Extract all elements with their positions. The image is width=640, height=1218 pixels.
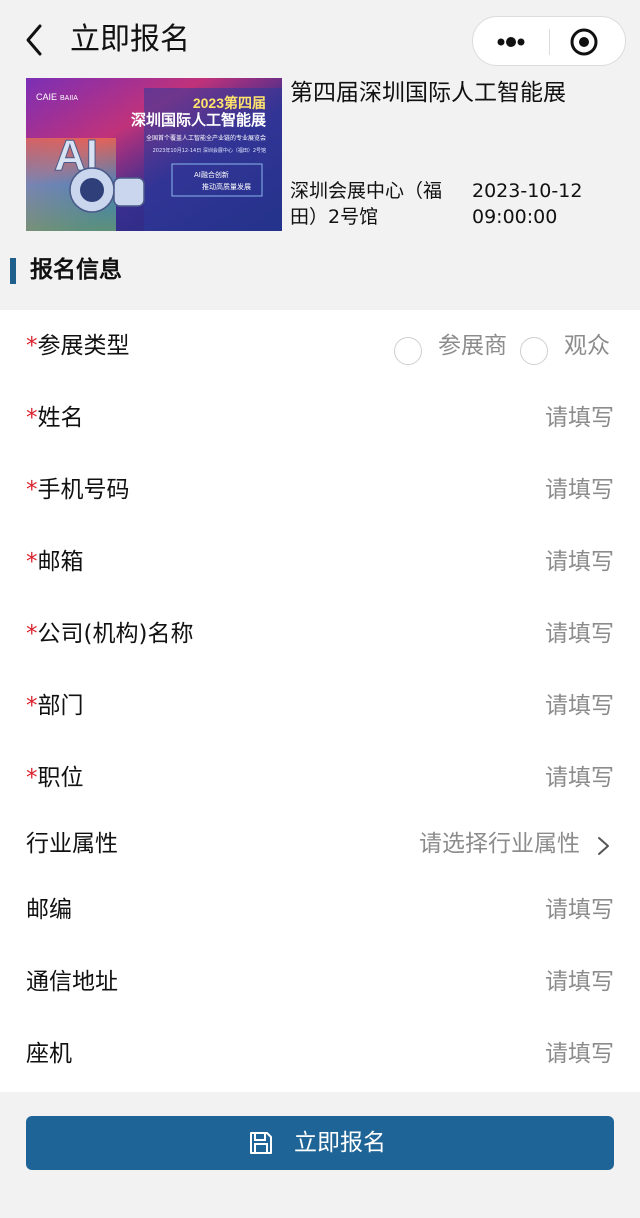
form-row-email[interactable]: *邮箱 请填写 [0, 532, 640, 592]
field-label: *参展类型 [26, 316, 130, 376]
nav-bar: 立即报名 [0, 0, 640, 80]
section-accent-bar [10, 258, 16, 284]
poster-image: CAIE BAIIA 2023第四届 深圳国际人工智能展 全国首个覆盖人工智能全… [26, 78, 282, 231]
form-row-address[interactable]: 通信地址 请填写 [0, 952, 640, 1012]
registration-form: *参展类型 参展商 观众 *姓名 请填写 *手机号码 请填写 *邮箱 请填写 *… [0, 310, 640, 1092]
field-label: *手机号码 [26, 460, 130, 520]
form-row-postcode[interactable]: 邮编 请填写 [0, 880, 640, 940]
field-label: 通信地址 [26, 969, 118, 995]
poster-date-venue: 2023年10月12-14日 深圳会展中心（福田）2号馆 [153, 147, 266, 154]
radio-option-visitor[interactable]: 观众 [518, 316, 614, 376]
event-card[interactable]: CAIE BAIIA 2023第四届 深圳国际人工智能展 全国首个覆盖人工智能全… [0, 78, 640, 232]
form-row-phone[interactable]: *手机号码 请填写 [0, 460, 640, 520]
form-row-company[interactable]: *公司(机构)名称 请填写 [0, 604, 640, 664]
event-datetime: 2023-10-12 09:00:00 [472, 180, 583, 228]
section-header: 报名信息 [0, 250, 640, 290]
radio-circle-icon[interactable] [520, 337, 548, 365]
close-button[interactable] [569, 27, 599, 57]
poster-logo-1: CAIE [36, 92, 57, 102]
field-label-text: 邮箱 [37, 549, 84, 575]
landline-input[interactable]: 请填写 [545, 1024, 614, 1084]
page-title: 立即报名 [70, 22, 190, 57]
field-label-text: 参展类型 [37, 333, 130, 359]
name-input[interactable]: 请填写 [545, 388, 614, 448]
chevron-right-icon[interactable] [596, 836, 612, 856]
required-mark: * [26, 621, 38, 647]
radio-label: 参展商 [438, 333, 507, 359]
radio-label: 观众 [564, 333, 610, 359]
section-title: 报名信息 [30, 257, 122, 283]
phone-input[interactable]: 请填写 [545, 460, 614, 520]
company-input[interactable]: 请填写 [545, 604, 614, 664]
form-row-landline[interactable]: 座机 请填写 [0, 1024, 640, 1084]
field-label: *部门 [26, 676, 84, 736]
event-poster: CAIE BAIIA 2023第四届 深圳国际人工智能展 全国首个覆盖人工智能全… [26, 78, 282, 231]
required-mark: * [26, 405, 38, 431]
event-location: 深圳会展中心（福田）2号馆 [290, 180, 443, 228]
target-close-icon [570, 28, 598, 56]
poster-logo-2: BAIIA [60, 95, 78, 102]
postcode-input[interactable]: 请填写 [545, 880, 614, 940]
event-title: 第四届深圳国际人工智能展 [290, 80, 566, 106]
email-input[interactable]: 请填写 [545, 532, 614, 592]
poster-subtitle: 全国首个覆盖人工智能全产业链的专业展览会 [146, 134, 266, 142]
required-mark: * [26, 693, 38, 719]
poster-main-title: 深圳国际人工智能展 [131, 111, 266, 129]
required-mark: * [26, 549, 38, 575]
required-mark: * [26, 333, 38, 359]
department-input[interactable]: 请填写 [545, 676, 614, 736]
field-label: *公司(机构)名称 [26, 604, 193, 664]
exhibit-type-radio-group: 参展商 观众 [394, 316, 614, 376]
address-input[interactable]: 请填写 [545, 952, 614, 1012]
form-row-department[interactable]: *部门 请填写 [0, 676, 640, 736]
field-label-text: 公司(机构)名称 [37, 621, 194, 647]
form-row-name[interactable]: *姓名 请填写 [0, 388, 640, 448]
industry-select[interactable]: 请选择行业属性 [419, 814, 580, 874]
more-button[interactable] [491, 30, 531, 54]
required-mark: * [26, 477, 38, 503]
chevron-left-icon [26, 24, 42, 56]
more-dots-icon [497, 37, 525, 47]
poster-slogan-1: AI融合创新 [194, 170, 229, 179]
field-label-text: 职位 [37, 765, 84, 791]
back-button[interactable] [20, 22, 52, 58]
save-icon [250, 1132, 272, 1154]
radio-option-exhibitor[interactable]: 参展商 [394, 316, 518, 376]
submit-label: 立即报名 [294, 1130, 386, 1156]
form-row-exhibit-type: *参展类型 参展商 观众 [0, 316, 640, 376]
field-label-text: 手机号码 [37, 477, 130, 503]
mini-program-capsule [472, 16, 626, 66]
capsule-divider [549, 29, 550, 55]
field-label: *职位 [26, 748, 84, 808]
form-row-industry[interactable]: 行业属性 请选择行业属性 [0, 814, 640, 874]
poster-slogan-2: 推动高质量发展 [202, 182, 251, 191]
field-label: 邮编 [26, 897, 72, 923]
required-mark: * [26, 765, 38, 791]
radio-circle-icon[interactable] [394, 337, 422, 365]
form-row-position[interactable]: *职位 请填写 [0, 748, 640, 808]
field-label-text: 部门 [37, 693, 84, 719]
poster-year-title: 2023第四届 [193, 95, 266, 111]
submit-button[interactable]: 立即报名 [26, 1116, 614, 1170]
field-label: 行业属性 [26, 831, 118, 857]
field-label: 座机 [26, 1041, 72, 1067]
field-label: *邮箱 [26, 532, 84, 592]
position-input[interactable]: 请填写 [545, 748, 614, 808]
field-label: *姓名 [26, 388, 84, 448]
field-label-text: 姓名 [37, 405, 84, 431]
